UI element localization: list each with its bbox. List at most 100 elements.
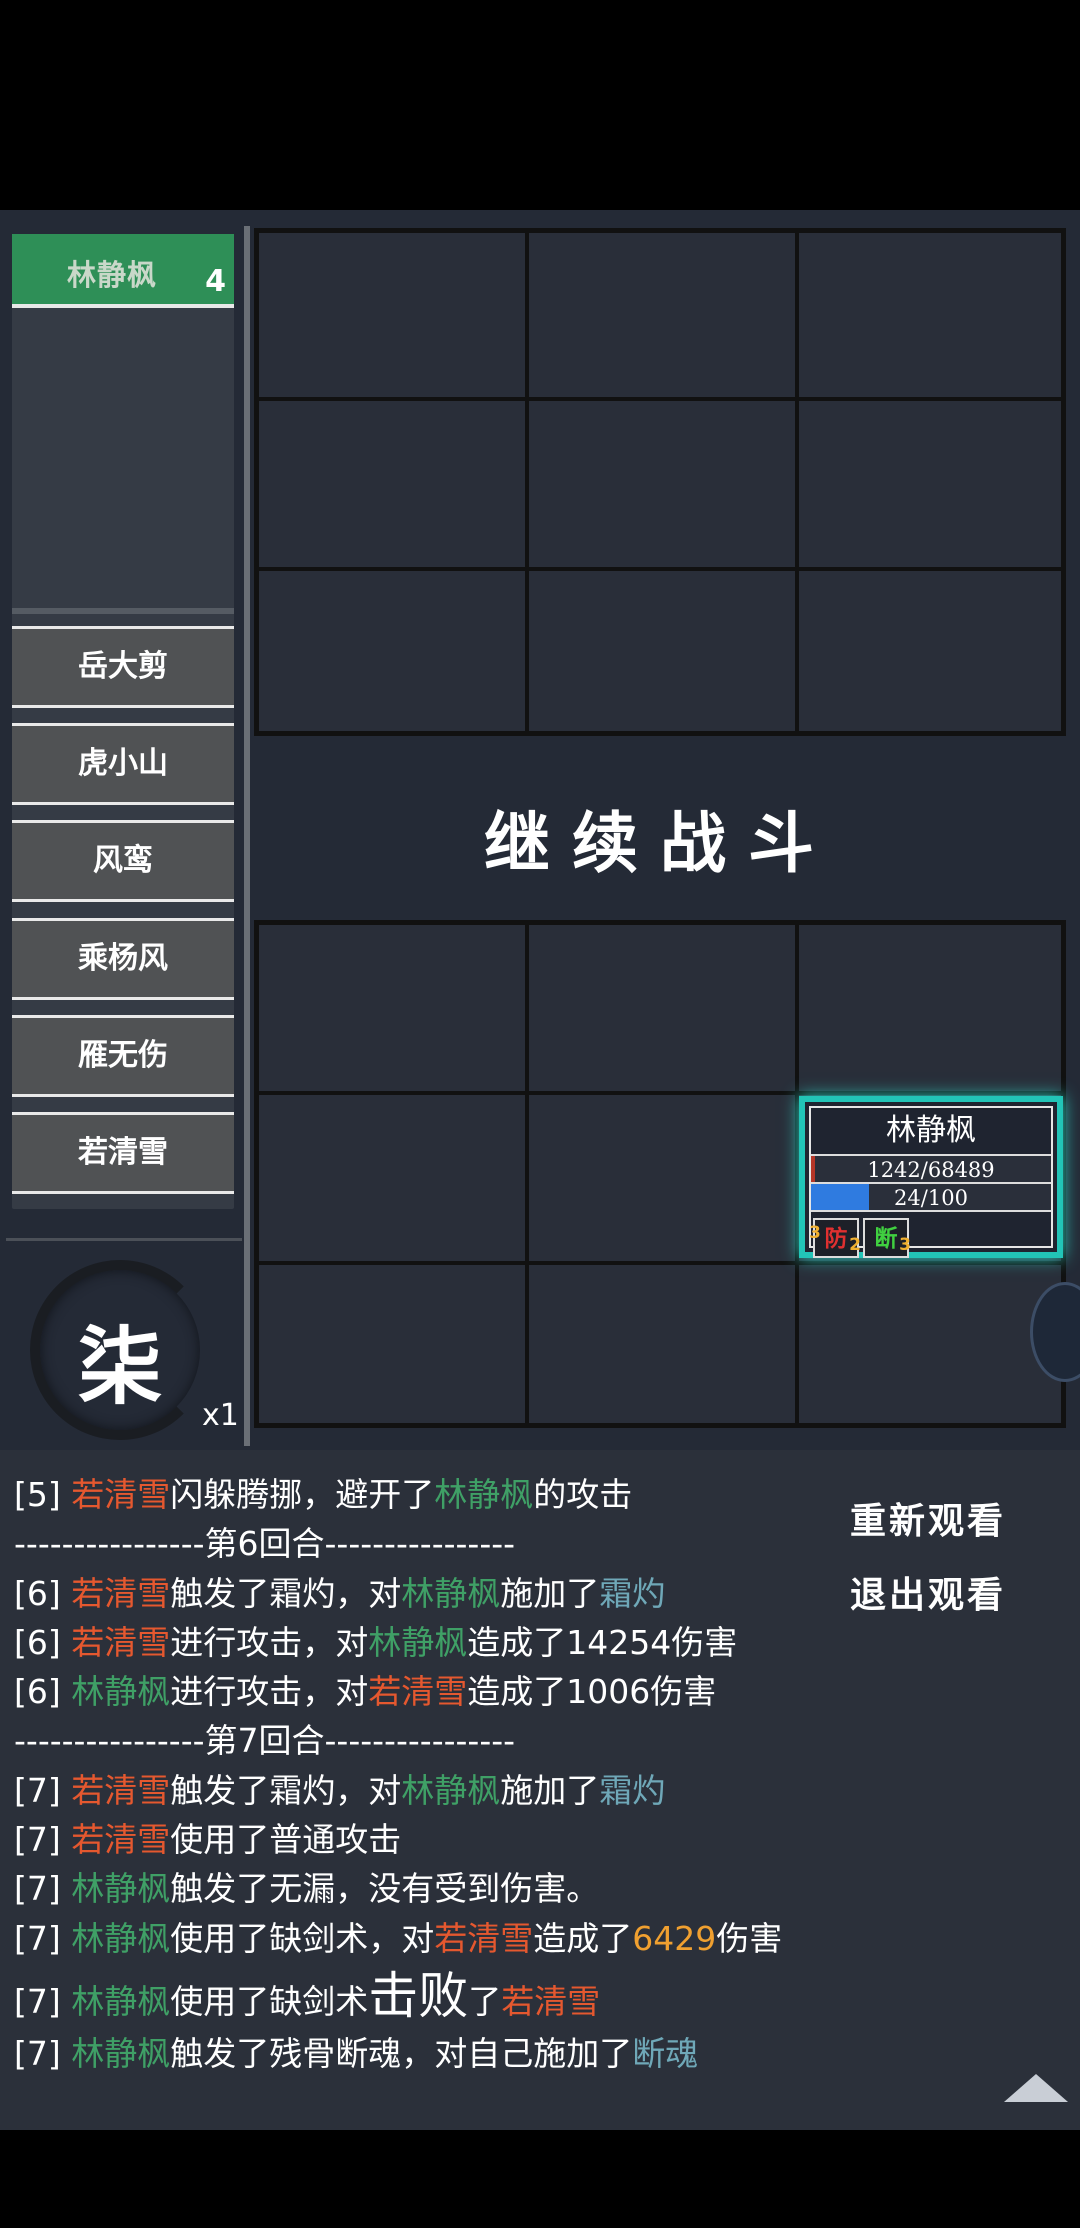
ally-cell[interactable]: [527, 1263, 797, 1425]
log-segment: 若清雪: [71, 1622, 171, 1662]
ally-cell[interactable]: [527, 1093, 797, 1263]
log-segment: 林静枫: [401, 1770, 501, 1810]
log-segment: [6]: [14, 1672, 72, 1712]
log-segment: [7]: [14, 2033, 72, 2073]
log-segment: 若清雪: [501, 1981, 601, 2021]
log-segment: 林静枫: [401, 1573, 501, 1613]
log-segment: 击败: [368, 1966, 469, 2025]
log-segment: 若清雪: [71, 1475, 171, 1514]
speed-glyph: 柒: [78, 1317, 163, 1416]
log-line: [7] 林静枫触发了残骨断魂，对自己施加了断魂: [14, 2029, 854, 2078]
log-line: [7] 林静枫使用了缺剑术击败了若清雪: [14, 1963, 854, 2029]
log-line: ----------------第6回合----------------: [14, 1519, 854, 1568]
roster-item-2[interactable]: 虎小山: [12, 723, 234, 805]
buff-defense-icon: 3 防 2: [809, 1218, 861, 1258]
log-segment: 林静枫: [71, 1672, 171, 1712]
log-segment: 林静枫: [368, 1622, 468, 1662]
vertical-separator: [244, 226, 250, 1446]
log-segment: 林静枫: [71, 1981, 171, 2021]
log-segment: [7]: [14, 1981, 72, 2021]
unit-card-name: 林静枫: [886, 1113, 976, 1148]
hp-bar: 1242/68489: [811, 1154, 1051, 1184]
exit-view-button[interactable]: 退出观看: [850, 1566, 1006, 1618]
roster-divider: [12, 608, 234, 614]
roster-item-5[interactable]: 雁无伤: [12, 1015, 234, 1097]
buff-stack: 3: [809, 1223, 821, 1243]
log-segment: 伤害: [716, 1918, 783, 1958]
enemy-cell[interactable]: [257, 399, 527, 569]
enemy-cell[interactable]: [257, 569, 527, 733]
ally-cell[interactable]: [257, 923, 527, 1093]
ally-cell[interactable]: [257, 1093, 527, 1263]
enemy-cell[interactable]: [527, 569, 797, 733]
log-segment: 林静枫: [71, 2033, 171, 2073]
continue-battle-button[interactable]: 继续战斗: [254, 790, 1066, 886]
hp-text: 1242/68489: [867, 1158, 995, 1182]
scroll-up-icon[interactable]: [1004, 2074, 1068, 2102]
log-segment: 造成了: [533, 1918, 633, 1958]
log-line: [7] 林静枫使用了缺剑术，对若清雪造成了6429伤害: [14, 1914, 854, 1963]
log-segment: 若清雪: [71, 1820, 171, 1860]
log-segment: [6]: [14, 1573, 72, 1613]
speed-toggle[interactable]: 柒 x1: [30, 1260, 239, 1440]
roster-item-6[interactable]: 若清雪: [12, 1112, 234, 1194]
buff-label: 断: [874, 1226, 898, 1252]
ally-cell[interactable]: [797, 923, 1063, 1093]
roster-item-1[interactable]: 岳大剪: [12, 626, 234, 708]
ally-cell[interactable]: [797, 1263, 1063, 1425]
active-unit-name: 林静枫: [66, 258, 157, 292]
log-segment: [7]: [14, 1869, 72, 1909]
enemy-cell[interactable]: [527, 399, 797, 569]
log-segment: [5]: [14, 1475, 72, 1514]
log-segment: ----------------第7回合----------------: [14, 1721, 516, 1761]
log-segment: 造成了14254伤害: [467, 1622, 738, 1662]
log-segment: 触发了霜灼，对: [170, 1770, 402, 1810]
log-segment: 造成了1006伤害: [467, 1672, 717, 1712]
log-segment: [6]: [14, 1622, 72, 1662]
log-line: [7] 若清雪触发了霜灼，对林静枫施加了霜灼: [14, 1766, 854, 1815]
nav-bar-area: [0, 2130, 1080, 2228]
log-segment: 若清雪: [368, 1672, 468, 1712]
log-segment: 闪躲腾挪，避开了: [170, 1475, 435, 1514]
log-segment: 进行攻击，对: [170, 1672, 369, 1712]
log-segment: [7]: [14, 1820, 72, 1860]
replay-button[interactable]: 重新观看: [850, 1492, 1006, 1544]
enemy-cell[interactable]: [527, 231, 797, 399]
log-segment: 若清雪: [71, 1770, 171, 1810]
log-segment: 触发了残骨断魂，对自己施加了: [170, 2033, 633, 2073]
active-unit-tab[interactable]: 林静枫 4: [12, 234, 234, 308]
enemy-cell[interactable]: [257, 231, 527, 399]
active-unit-count: 4: [205, 264, 226, 299]
log-segment: 的攻击: [533, 1475, 633, 1514]
speed-multiplier: x1: [202, 1398, 239, 1433]
roster-item-3[interactable]: 风鸾: [12, 820, 234, 902]
enemy-cell[interactable]: [797, 231, 1063, 399]
log-segment: 了: [468, 1981, 502, 2021]
status-bar-area: [0, 0, 1080, 210]
buff-sever-icon: 断 3: [863, 1218, 911, 1258]
enemy-grid: [254, 228, 1066, 736]
log-line: [5] 若清雪闪躲腾挪，避开了林静枫的攻击: [14, 1470, 854, 1519]
log-segment: 施加了: [500, 1770, 600, 1810]
roster-item-4[interactable]: 乘杨风: [12, 918, 234, 1000]
log-segment: 霜灼: [599, 1573, 666, 1613]
log-line: [6] 林静枫进行攻击，对若清雪造成了1006伤害: [14, 1667, 854, 1716]
enemy-cell[interactable]: [797, 399, 1063, 569]
log-segment: 林静枫: [71, 1869, 171, 1909]
log-segment: 触发了霜灼，对: [170, 1573, 402, 1613]
log-segment: 林静枫: [71, 1918, 171, 1958]
ally-cell[interactable]: [257, 1263, 527, 1425]
log-line: ----------------第7回合----------------: [14, 1716, 854, 1765]
log-segment: 进行攻击，对: [170, 1622, 369, 1662]
unit-card[interactable]: 林静枫 1242/68489 24/100 3 防 2 断 3: [799, 1096, 1063, 1258]
enemy-cell[interactable]: [797, 569, 1063, 733]
log-segment: 施加了: [500, 1573, 600, 1613]
log-line: [7] 林静枫触发了无漏，没有受到伤害。: [14, 1864, 854, 1913]
log-segment: 林静枫: [434, 1475, 534, 1514]
buff-turns: 2: [849, 1235, 861, 1255]
log-segment: 若清雪: [71, 1573, 171, 1613]
battle-log: [5] 若清雪闪躲腾挪，避开了林静枫的攻击 ----------------第6回…: [14, 1470, 854, 2078]
buff-turns: 3: [899, 1235, 911, 1255]
ally-cell[interactable]: [527, 923, 797, 1093]
log-segment: [7]: [14, 1918, 72, 1958]
